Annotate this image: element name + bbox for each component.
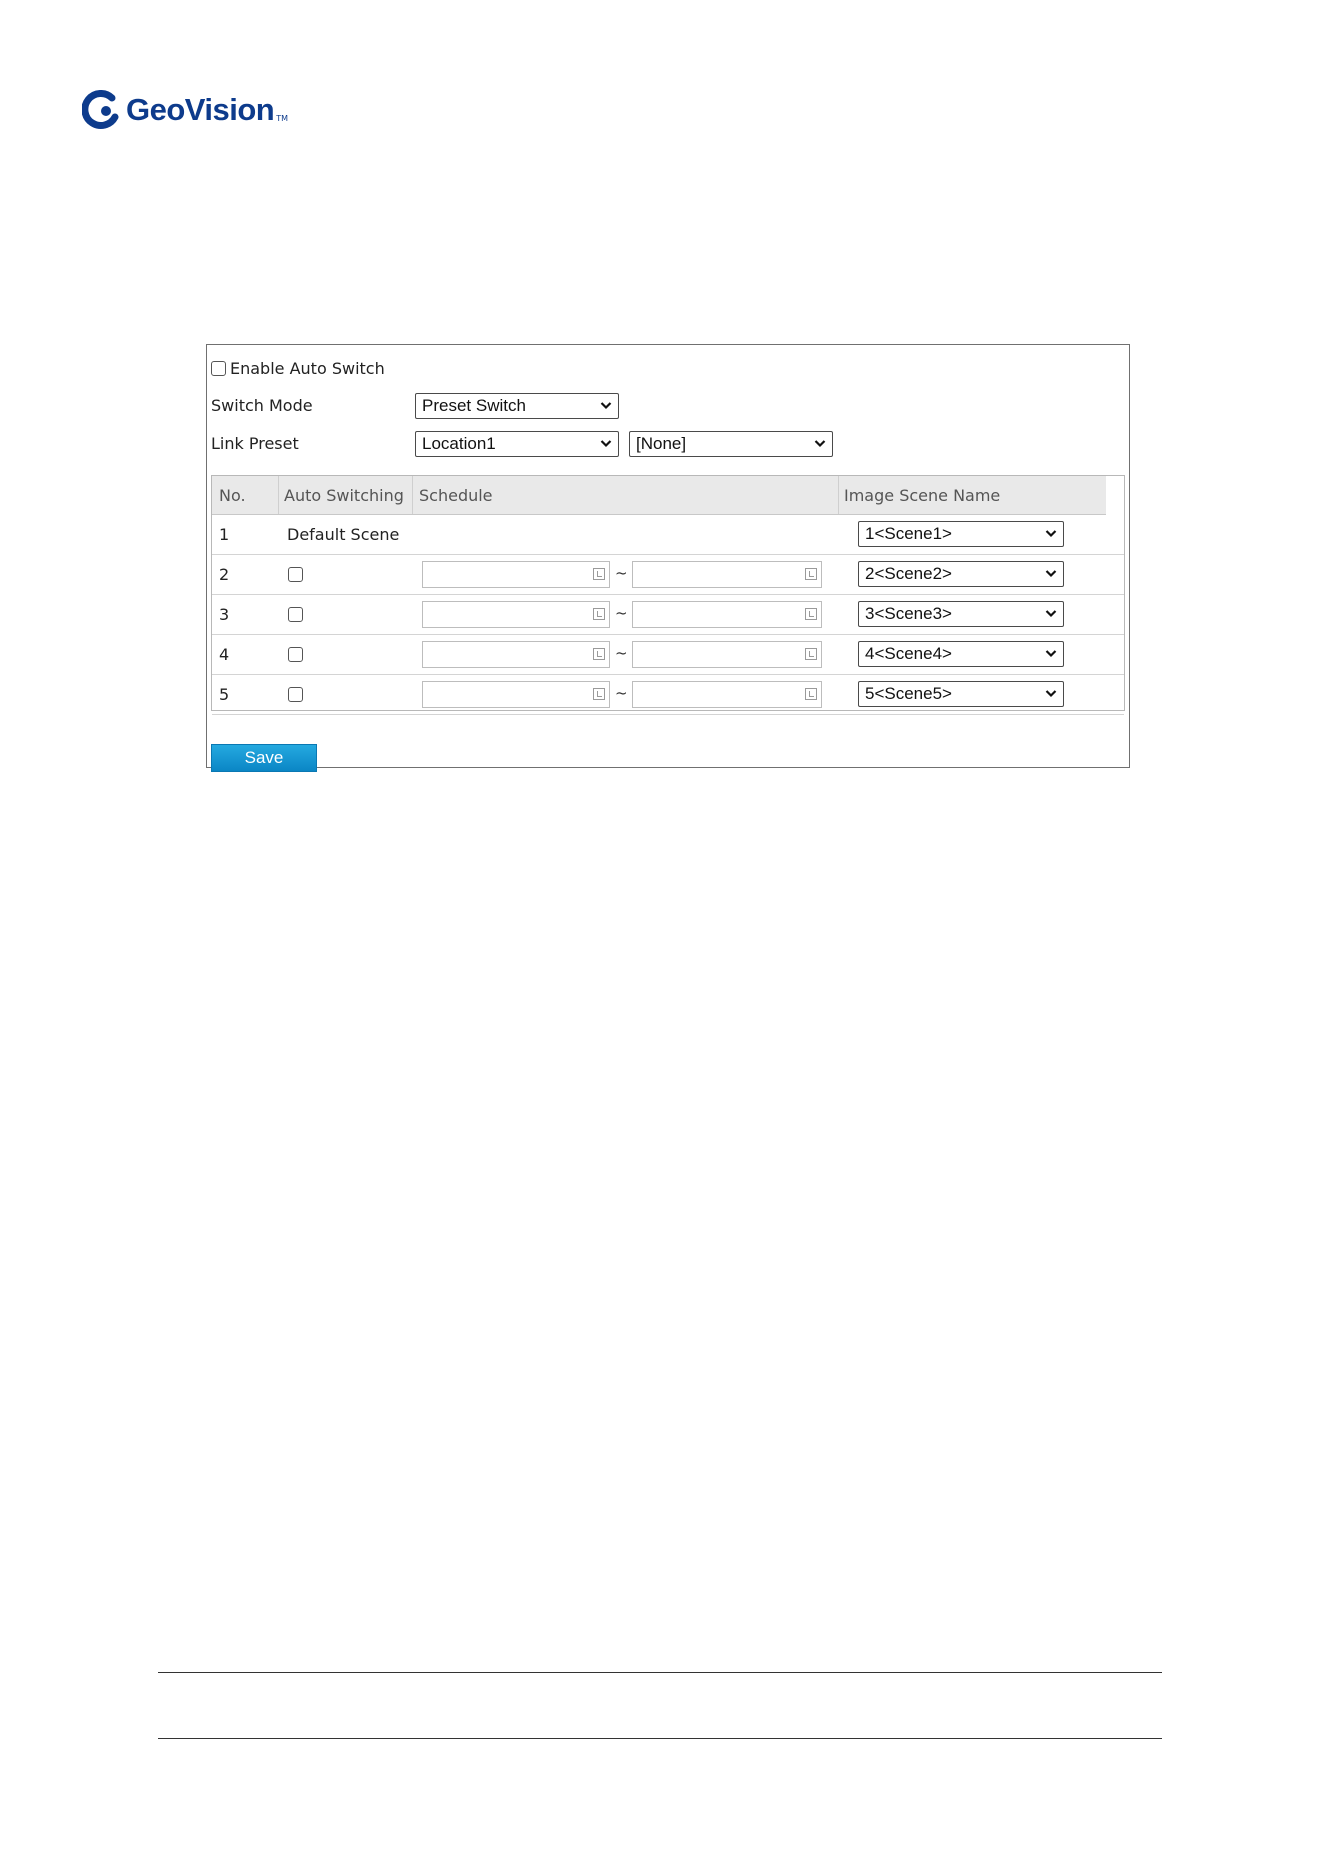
image-scene-value: 3<Scene3>	[865, 604, 952, 623]
table-row: 5 ~ 5<Scene5>	[212, 674, 1124, 715]
chevron-down-icon	[1045, 690, 1057, 698]
table-row: 4 ~ 4<Scene4>	[212, 634, 1124, 675]
schedule-start-input[interactable]	[422, 641, 610, 668]
switch-mode-value: Preset Switch	[422, 396, 526, 415]
range-separator: ~	[615, 604, 628, 622]
auto-switching-checkbox[interactable]	[288, 687, 303, 702]
row-no: 4	[219, 645, 230, 664]
image-scene-select[interactable]: 1<Scene1>	[858, 521, 1064, 547]
table-row: 2 ~ 2<Scene2>	[212, 554, 1124, 595]
chevron-down-icon	[1045, 530, 1057, 538]
header-no: No.	[219, 486, 246, 505]
chevron-down-icon	[814, 440, 826, 448]
image-scene-select[interactable]: 4<Scene4>	[858, 641, 1064, 667]
image-scene-select[interactable]: 3<Scene3>	[858, 601, 1064, 627]
calendar-icon[interactable]	[805, 648, 817, 660]
row-no: 1	[219, 525, 230, 544]
chevron-down-icon	[600, 402, 612, 410]
switch-mode-label: Switch Mode	[211, 396, 313, 415]
range-separator: ~	[615, 564, 628, 582]
row-no: 2	[219, 565, 230, 584]
schedule-end-input[interactable]	[632, 641, 822, 668]
schedule-end-input[interactable]	[632, 601, 822, 628]
schedule-start-input[interactable]	[422, 681, 610, 708]
table-row: 3 ~ 3<Scene3>	[212, 594, 1124, 635]
image-scene-value: 5<Scene5>	[865, 684, 952, 703]
auto-switching-checkbox[interactable]	[288, 647, 303, 662]
schedule-start-input[interactable]	[422, 601, 610, 628]
link-preset-label: Link Preset	[211, 434, 299, 453]
auto-switching-checkbox[interactable]	[288, 567, 303, 582]
logo-trademark: TM	[276, 113, 289, 123]
range-separator: ~	[615, 644, 628, 662]
chevron-down-icon	[1045, 570, 1057, 578]
link-preset-select[interactable]: Location1	[415, 431, 619, 457]
chevron-down-icon	[600, 440, 612, 448]
schedule-start-input[interactable]	[422, 561, 610, 588]
row-no: 3	[219, 605, 230, 624]
row-no: 5	[219, 685, 230, 704]
image-scene-value: 2<Scene2>	[865, 564, 952, 583]
image-scene-select[interactable]: 2<Scene2>	[858, 561, 1064, 587]
geovision-logo-icon	[82, 90, 119, 129]
header-divider	[278, 476, 279, 514]
scene-table: No. Auto Switching Schedule Image Scene …	[211, 475, 1125, 715]
calendar-icon[interactable]	[593, 608, 605, 620]
header-auto-switching: Auto Switching	[284, 486, 404, 505]
header-schedule: Schedule	[419, 486, 493, 505]
geovision-logo: GeoVision TM	[82, 86, 288, 134]
chevron-down-icon	[1045, 610, 1057, 618]
image-scene-select[interactable]: 5<Scene5>	[858, 681, 1064, 707]
calendar-icon[interactable]	[593, 688, 605, 700]
range-separator: ~	[615, 684, 628, 702]
table-header: No. Auto Switching Schedule Image Scene …	[212, 476, 1106, 515]
footer-rule-bottom	[158, 1738, 1162, 1739]
footer-rule-top	[158, 1672, 1162, 1673]
header-divider	[412, 476, 413, 514]
auto-switching-checkbox[interactable]	[288, 607, 303, 622]
header-image-scene-name: Image Scene Name	[844, 486, 1001, 505]
enable-auto-switch-checkbox[interactable]	[211, 361, 226, 376]
auto-switch-panel: Enable Auto Switch Switch Mode Preset Sw…	[206, 344, 1130, 772]
chevron-down-icon	[1045, 650, 1057, 658]
header-divider	[838, 476, 839, 514]
link-preset-extra-value: [None]	[636, 434, 687, 453]
image-scene-value: 1<Scene1>	[865, 524, 952, 543]
calendar-icon[interactable]	[593, 648, 605, 660]
save-button[interactable]: Save	[211, 744, 317, 772]
link-preset-extra-select[interactable]: [None]	[629, 431, 833, 457]
image-scene-value: 4<Scene4>	[865, 644, 952, 663]
switch-mode-select[interactable]: Preset Switch	[415, 393, 619, 419]
default-scene-label: Default Scene	[287, 525, 400, 544]
calendar-icon[interactable]	[593, 568, 605, 580]
calendar-icon[interactable]	[805, 568, 817, 580]
enable-auto-switch-row: Enable Auto Switch	[211, 359, 385, 378]
table-row: 1 Default Scene 1<Scene1>	[212, 514, 1124, 555]
calendar-icon[interactable]	[805, 608, 817, 620]
calendar-icon[interactable]	[805, 688, 817, 700]
logo-text: GeoVision	[126, 92, 275, 127]
enable-auto-switch-label: Enable Auto Switch	[230, 359, 385, 378]
link-preset-value: Location1	[422, 434, 496, 453]
schedule-end-input[interactable]	[632, 681, 822, 708]
schedule-end-input[interactable]	[632, 561, 822, 588]
